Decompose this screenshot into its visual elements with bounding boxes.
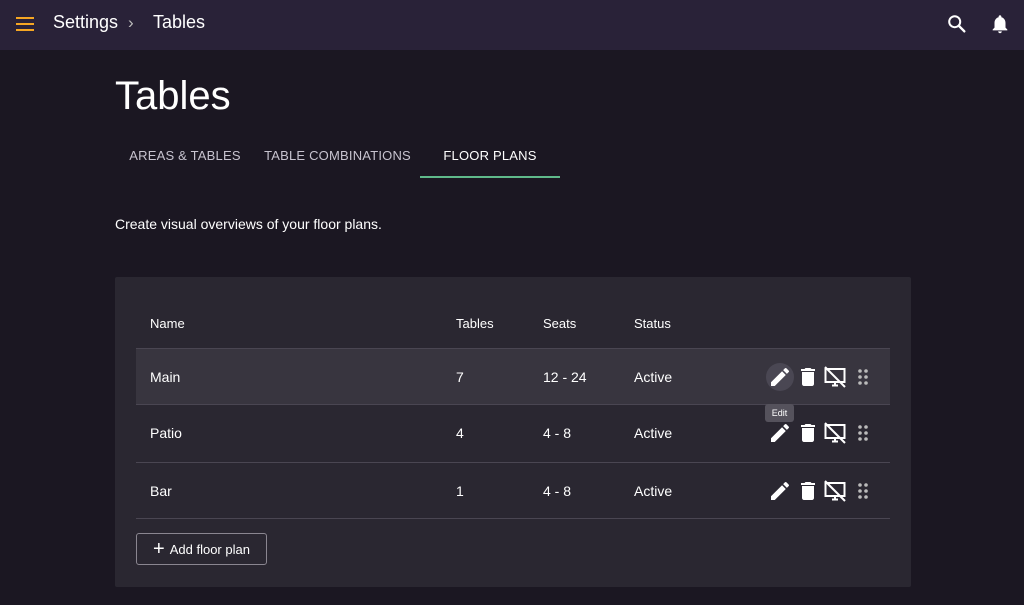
table-divider <box>136 518 890 519</box>
add-floor-plan-label: Add floor plan <box>169 541 250 557</box>
table-row[interactable]: Bar 1 4 - 8 Active <box>136 462 890 518</box>
drag-handle-icon[interactable] <box>851 365 875 389</box>
bell-icon[interactable] <box>989 13 1011 35</box>
row-tables: 1 <box>456 483 464 499</box>
edit-icon[interactable] <box>768 421 792 445</box>
column-header-seats: Seats <box>543 316 577 331</box>
tab-table-combinations[interactable]: TABLE COMBINATIONS <box>255 140 420 178</box>
edit-icon[interactable] <box>768 479 792 503</box>
row-tables: 4 <box>456 425 464 441</box>
row-status: Active <box>634 369 673 385</box>
column-header-status: Status <box>634 316 671 331</box>
hide-display-icon[interactable] <box>823 479 847 503</box>
row-seats: 4 - 8 <box>543 483 572 499</box>
tab-areas-and-tables[interactable]: AREAS & TABLES <box>115 140 255 178</box>
delete-icon[interactable] <box>796 421 820 445</box>
breadcrumb-settings[interactable]: Settings <box>53 12 118 33</box>
column-header-tables: Tables <box>456 316 494 331</box>
breadcrumb-separator: › <box>128 13 134 32</box>
row-tables: 7 <box>456 369 464 385</box>
floor-plans-card: Name Tables Seats Status Main 7 12 - 24 … <box>115 277 911 587</box>
row-status: Active <box>634 483 673 499</box>
add-floor-plan-button[interactable]: + Add floor plan <box>136 533 267 565</box>
search-icon[interactable] <box>946 13 968 35</box>
row-seats: 4 - 8 <box>543 425 572 441</box>
menu-icon[interactable] <box>14 14 36 34</box>
delete-icon[interactable] <box>796 365 820 389</box>
row-name: Patio <box>150 425 182 441</box>
hide-display-icon[interactable] <box>823 365 847 389</box>
delete-icon[interactable] <box>796 479 820 503</box>
row-name: Main <box>150 369 181 385</box>
page-description: Create visual overviews of your floor pl… <box>115 216 382 232</box>
edit-tooltip: Edit <box>765 404 794 422</box>
column-header-name: Name <box>150 316 185 331</box>
tab-floor-plans[interactable]: FLOOR PLANS <box>420 140 560 178</box>
drag-handle-icon[interactable] <box>851 421 875 445</box>
page-title: Tables <box>115 74 231 118</box>
table-row[interactable]: Main 7 12 - 24 Active <box>136 348 890 404</box>
edit-icon[interactable] <box>766 363 794 391</box>
row-status: Active <box>634 425 673 441</box>
row-seats: 12 - 24 <box>543 369 587 385</box>
row-name: Bar <box>150 483 172 499</box>
plus-icon: + <box>153 538 165 560</box>
drag-handle-icon[interactable] <box>851 479 875 503</box>
hide-display-icon[interactable] <box>823 421 847 445</box>
top-app-bar: Settings › Tables <box>0 0 1024 50</box>
breadcrumb-tables: Tables <box>153 12 206 32</box>
tab-bar: AREAS & TABLES TABLE COMBINATIONS FLOOR … <box>115 140 575 178</box>
